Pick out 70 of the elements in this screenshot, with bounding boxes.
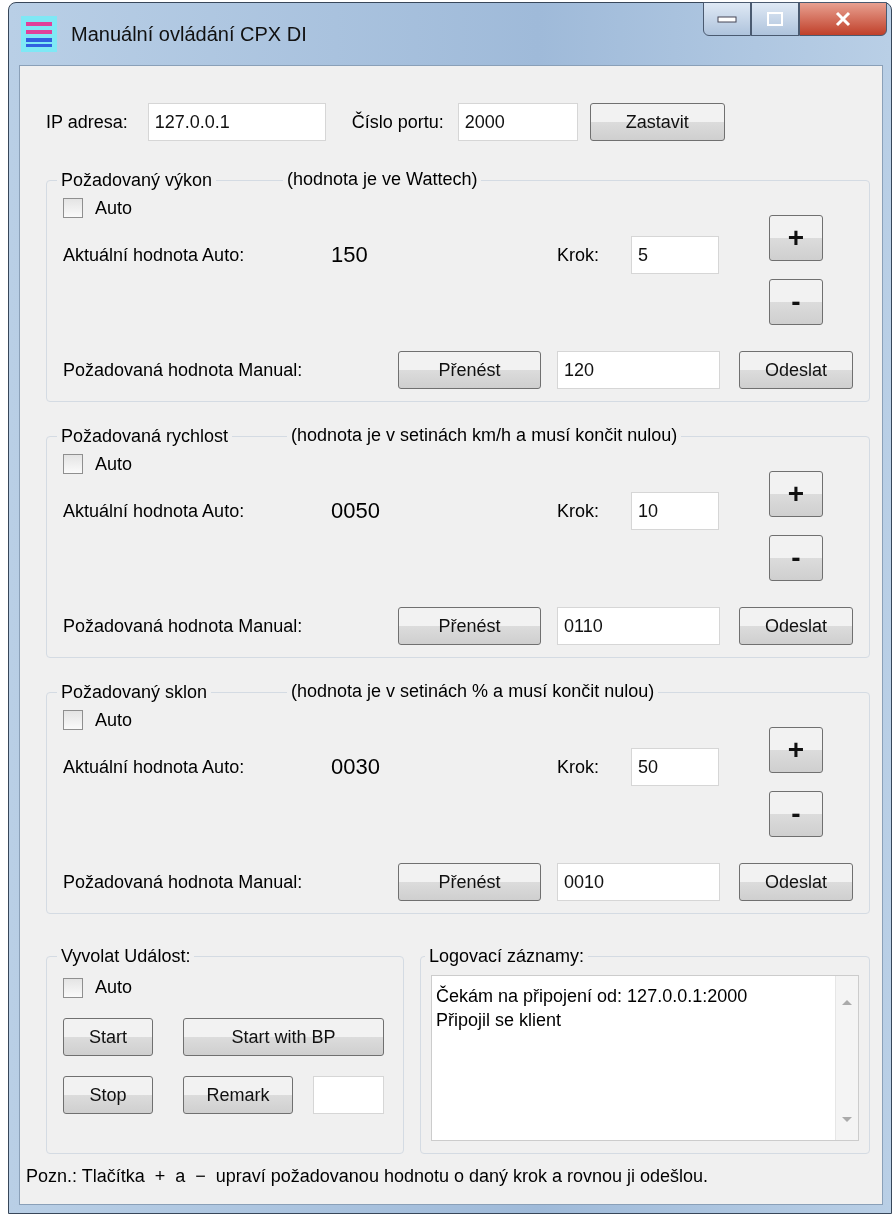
step-field[interactable]: 5 <box>631 236 719 274</box>
send-button[interactable]: Odeslat <box>739 607 853 645</box>
scroll-down-icon[interactable] <box>841 1116 853 1124</box>
plus-button[interactable]: + <box>769 727 823 773</box>
minimize-icon <box>717 15 737 23</box>
close-icon <box>834 11 852 27</box>
log-line: Čekám na připojení od: 127.0.0.1:2000 <box>436 984 749 1008</box>
send-button[interactable]: Odeslat <box>739 863 853 901</box>
current-value: 150 <box>331 242 369 268</box>
current-value: 0050 <box>331 498 381 524</box>
group-title: Požadovaný sklon <box>60 682 209 703</box>
minimize-button[interactable] <box>703 2 751 36</box>
log-line: Připojil se klient <box>436 1009 563 1032</box>
current-label: Aktuální hodnota Auto: <box>63 500 246 522</box>
stop-server-button[interactable]: Zastavit <box>589 103 725 141</box>
step-label: Krok: <box>557 500 600 522</box>
transfer-button[interactable]: Přenést <box>398 351 541 389</box>
ip-field[interactable]: 127.0.0.1 <box>147 103 326 141</box>
step-label: Krok: <box>557 756 600 778</box>
scrollbar[interactable] <box>835 976 858 1140</box>
manual-label: Požadovaná hodnota Manual: <box>63 871 304 893</box>
port-label: Číslo portu: <box>351 111 444 133</box>
current-label: Aktuální hodnota Auto: <box>63 756 246 778</box>
checkbox[interactable] <box>63 710 83 730</box>
step-label: Krok: <box>557 244 600 266</box>
scroll-up-icon[interactable] <box>841 998 853 1006</box>
app-icon <box>21 16 57 52</box>
checkbox-label: Auto <box>95 197 133 219</box>
plus-button[interactable]: + <box>769 471 823 517</box>
close-button[interactable] <box>799 2 887 36</box>
minus-button[interactable]: - <box>769 535 823 581</box>
manual-field[interactable]: 120 <box>557 351 720 389</box>
window-title: Manuální ovládání CPX DI <box>71 22 307 46</box>
event-button[interactable]: Remark <box>183 1076 293 1114</box>
checkbox[interactable] <box>63 454 83 474</box>
event-button[interactable]: Stop <box>63 1076 153 1114</box>
group-title: Vyvolat Událost: <box>60 946 192 967</box>
minus-button[interactable]: - <box>769 791 823 837</box>
current-label: Aktuální hodnota Auto: <box>63 244 246 266</box>
checkbox-label: Auto <box>95 977 133 998</box>
send-button[interactable]: Odeslat <box>739 351 853 389</box>
checkbox[interactable] <box>63 977 83 998</box>
plus-button[interactable]: + <box>769 215 823 261</box>
event-button[interactable]: Start with BP <box>183 1018 384 1056</box>
step-field[interactable]: 10 <box>631 492 719 530</box>
maximize-icon <box>766 11 784 27</box>
transfer-button[interactable]: Přenést <box>398 863 541 901</box>
checkbox[interactable] <box>63 198 83 218</box>
event-button[interactable]: Start <box>63 1018 153 1056</box>
group-note: (hodnota je v setinách % a musí končit nulou) <box>287 681 659 702</box>
manual-field[interactable]: 0010 <box>557 863 720 901</box>
manual-label: Požadovaná hodnota Manual: <box>63 615 304 637</box>
transfer-button[interactable]: Přenést <box>398 607 541 645</box>
ip-label: IP adresa: <box>46 111 128 133</box>
checkbox-label: Auto <box>95 709 133 731</box>
group-title: Logovací záznamy: <box>428 946 586 967</box>
step-field[interactable]: 50 <box>631 748 719 786</box>
group-note: (hodnota je v setinách km/h a musí končit nulou) <box>287 425 682 446</box>
minus-button[interactable]: - <box>769 279 823 325</box>
manual-label: Požadovaná hodnota Manual: <box>63 359 304 381</box>
footnote: Pozn.: Tlačítka + a − upraví požadovanou hodnotu o daný krok a rovnou ji odešlou. <box>26 1166 710 1187</box>
group-note: (hodnota je ve Wattech) <box>283 169 482 190</box>
port-field[interactable]: 2000 <box>457 103 578 141</box>
manual-field[interactable]: 0110 <box>557 607 720 645</box>
remark-field[interactable] <box>313 1076 384 1114</box>
current-value: 0030 <box>331 754 381 780</box>
group-title: Požadovaná rychlost <box>60 426 230 447</box>
checkbox-label: Auto <box>95 453 133 475</box>
group-title: Požadovaný výkon <box>60 170 214 191</box>
maximize-button[interactable] <box>751 2 799 36</box>
